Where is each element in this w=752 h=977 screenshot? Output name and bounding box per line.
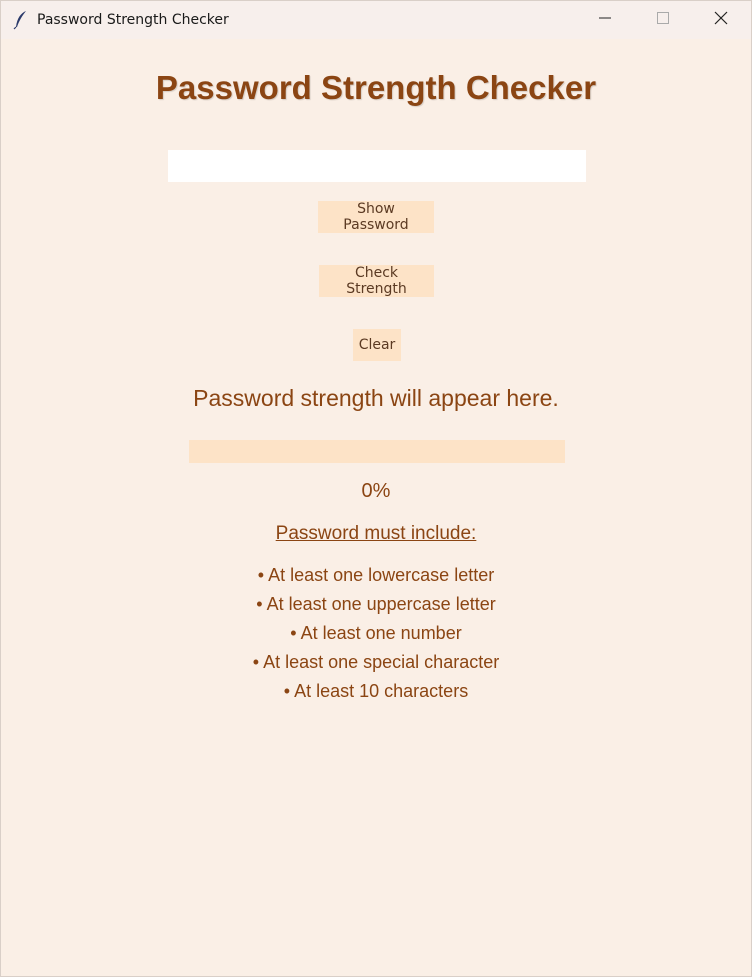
strength-percent: 0% [361, 480, 391, 502]
requirements-title: Password must include: [275, 523, 477, 544]
check-strength-button[interactable]: Check Strength [319, 265, 434, 297]
app-window: Password Strength Checker Password Stren… [0, 0, 752, 977]
feather-icon [13, 10, 29, 30]
page-title: Password Strength Checker [155, 69, 597, 106]
title-bar[interactable]: Password Strength Checker [1, 1, 751, 39]
main-content: Password Strength Checker Show Password … [1, 39, 751, 976]
close-icon [714, 11, 728, 30]
requirement-lowercase: • At least one lowercase letter [257, 565, 495, 585]
close-button[interactable] [692, 1, 750, 39]
minimize-icon [599, 11, 611, 29]
window-title: Password Strength Checker [37, 12, 229, 28]
strength-message: Password strength will appear here. [193, 385, 559, 411]
maximize-button[interactable] [634, 1, 692, 39]
show-password-button[interactable]: Show Password [318, 201, 434, 233]
requirements-list: • At least one lowercase letter • At lea… [1, 563, 751, 708]
clear-button[interactable]: Clear [353, 329, 401, 361]
requirement-uppercase: • At least one uppercase letter [256, 594, 496, 614]
requirement-special: • At least one special character [252, 652, 500, 672]
strength-progress-bar [189, 440, 565, 463]
minimize-button[interactable] [576, 1, 634, 39]
maximize-icon [657, 11, 669, 29]
password-input[interactable] [168, 150, 586, 182]
requirement-number: • At least one number [290, 623, 462, 643]
requirement-length: • At least 10 characters [283, 681, 469, 701]
